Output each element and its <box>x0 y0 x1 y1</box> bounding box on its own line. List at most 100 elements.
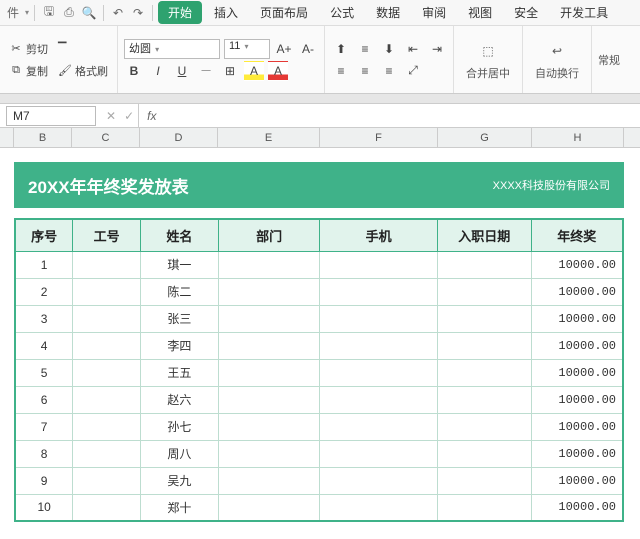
table-cell[interactable] <box>218 440 320 467</box>
align-bottom-button[interactable]: ⬇ <box>379 39 399 59</box>
table-cell[interactable] <box>218 251 320 278</box>
align-left-button[interactable]: ≡ <box>331 61 351 81</box>
table-cell[interactable]: 10000.00 <box>531 440 623 467</box>
col-header-E[interactable]: E <box>218 128 320 147</box>
table-header-cell[interactable]: 年终奖 <box>531 219 623 251</box>
tab-数据[interactable]: 数据 <box>366 1 410 24</box>
select-all-corner[interactable] <box>0 128 14 147</box>
table-cell[interactable] <box>218 359 320 386</box>
table-cell[interactable] <box>73 278 141 305</box>
table-header-cell[interactable]: 序号 <box>15 219 73 251</box>
table-row[interactable]: 3 张三 10000.00 <box>15 305 623 332</box>
table-cell[interactable]: 10000.00 <box>531 251 623 278</box>
align-right-button[interactable]: ≡ <box>379 61 399 81</box>
table-cell[interactable] <box>437 251 531 278</box>
tab-页面布局[interactable]: 页面布局 <box>250 1 318 24</box>
col-header-F[interactable]: F <box>320 128 438 147</box>
table-cell[interactable] <box>437 467 531 494</box>
table-cell[interactable] <box>320 305 438 332</box>
table-cell[interactable]: 陈二 <box>141 278 219 305</box>
number-format-select[interactable]: 常规 <box>598 52 620 68</box>
table-cell[interactable] <box>320 413 438 440</box>
table-header-cell[interactable]: 工号 <box>73 219 141 251</box>
table-cell[interactable] <box>437 278 531 305</box>
table-cell[interactable]: 3 <box>15 305 73 332</box>
tab-插入[interactable]: 插入 <box>204 1 248 24</box>
table-cell[interactable] <box>437 359 531 386</box>
table-cell[interactable] <box>320 440 438 467</box>
align-center-button[interactable]: ≡ <box>355 61 375 81</box>
table-cell[interactable] <box>320 494 438 521</box>
table-cell[interactable] <box>218 305 320 332</box>
table-cell[interactable]: 7 <box>15 413 73 440</box>
format-painter-button[interactable]: 🖌格式刷 <box>55 61 111 81</box>
name-box[interactable]: M7 <box>6 106 96 126</box>
bold-button[interactable]: B <box>124 61 144 81</box>
table-cell[interactable] <box>320 251 438 278</box>
table-cell[interactable]: 张三 <box>141 305 219 332</box>
save-icon[interactable]: 🖫 <box>40 4 58 22</box>
table-row[interactable]: 10郑十10000.00 <box>15 494 623 521</box>
table-cell[interactable] <box>73 359 141 386</box>
table-cell[interactable] <box>218 413 320 440</box>
table-cell[interactable]: 10000.00 <box>531 386 623 413</box>
file-dropdown-icon[interactable]: ▾ <box>25 8 29 17</box>
table-cell[interactable] <box>437 440 531 467</box>
font-name-select[interactable]: 幼圆 ▾ <box>124 39 220 59</box>
table-cell[interactable] <box>437 332 531 359</box>
decrease-font-button[interactable]: A- <box>298 39 318 59</box>
table-cell[interactable] <box>320 332 438 359</box>
table-cell[interactable] <box>437 494 531 521</box>
col-header-B[interactable]: B <box>14 128 72 147</box>
table-cell[interactable]: 10000.00 <box>531 305 623 332</box>
redo-icon[interactable]: ↷ <box>129 4 147 22</box>
undo-icon[interactable]: ↶ <box>109 4 127 22</box>
table-cell[interactable] <box>73 467 141 494</box>
table-cell[interactable]: 10000.00 <box>531 467 623 494</box>
print-icon[interactable]: ⎙ <box>60 4 78 22</box>
table-cell[interactable]: 10000.00 <box>531 494 623 521</box>
preview-icon[interactable]: 🔍 <box>80 4 98 22</box>
table-header-cell[interactable]: 手机 <box>320 219 438 251</box>
table-cell[interactable]: 10000.00 <box>531 413 623 440</box>
col-header-H[interactable]: H <box>532 128 624 147</box>
underline-button[interactable]: U <box>172 61 192 81</box>
table-cell[interactable]: 赵六 <box>141 386 219 413</box>
table-row[interactable]: 5王五10000.00 <box>15 359 623 386</box>
table-cell[interactable]: 2 <box>15 278 73 305</box>
cut-button[interactable]: ✂剪切 <box>6 39 51 59</box>
merge-center-button[interactable]: ⬚ 合并居中 <box>460 37 516 83</box>
table-cell[interactable] <box>73 413 141 440</box>
table-cell[interactable] <box>73 386 141 413</box>
border-button[interactable]: ⊞ <box>220 61 240 81</box>
col-header-C[interactable]: C <box>72 128 140 147</box>
table-cell[interactable] <box>320 467 438 494</box>
worksheet[interactable]: 20XX年年终奖发放表 XXXX科技股份有限公司 序号工号姓名部门手机入职日期年… <box>0 162 640 522</box>
tab-开发工具[interactable]: 开发工具 <box>550 1 618 24</box>
table-cell[interactable] <box>218 278 320 305</box>
table-row[interactable]: 7 孙七 10000.00 <box>15 413 623 440</box>
table-cell[interactable] <box>73 440 141 467</box>
tab-审阅[interactable]: 审阅 <box>412 1 456 24</box>
increase-font-button[interactable]: A+ <box>274 39 294 59</box>
table-cell[interactable]: 王五 <box>141 359 219 386</box>
table-cell[interactable] <box>437 413 531 440</box>
fx-cancel-icon[interactable]: ✕ <box>102 109 120 123</box>
table-cell[interactable] <box>320 278 438 305</box>
table-cell[interactable]: 吴九 <box>141 467 219 494</box>
col-header-D[interactable]: D <box>140 128 218 147</box>
fill-color-button[interactable]: A <box>244 61 264 81</box>
tab-开始[interactable]: 开始 <box>158 1 202 24</box>
table-cell[interactable] <box>320 386 438 413</box>
wrap-text-button[interactable]: ↩ 自动换行 <box>529 37 585 83</box>
table-cell[interactable] <box>73 332 141 359</box>
table-cell[interactable] <box>73 305 141 332</box>
table-cell[interactable] <box>73 251 141 278</box>
table-cell[interactable]: 10000.00 <box>531 278 623 305</box>
font-size-select[interactable]: 11 ▾ <box>224 39 270 59</box>
table-cell[interactable]: 9 <box>15 467 73 494</box>
table-cell[interactable]: 孙七 <box>141 413 219 440</box>
indent-inc-button[interactable]: ⇥ <box>427 39 447 59</box>
table-header-cell[interactable]: 入职日期 <box>437 219 531 251</box>
table-cell[interactable]: 4 <box>15 332 73 359</box>
